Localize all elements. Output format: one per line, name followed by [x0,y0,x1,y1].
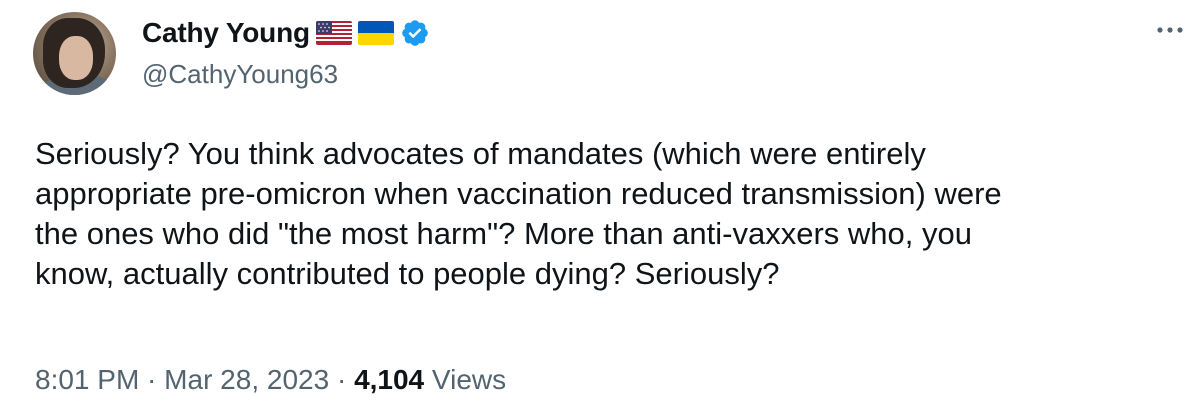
views-label: Views [431,364,507,395]
tweet-time[interactable]: 8:01 PM [35,364,139,395]
tweet-text: Seriously? You think advocates of mandat… [35,136,1002,291]
author-handle[interactable]: @CathyYoung63 [142,58,338,90]
meta-separator: · [329,364,355,395]
avatar-face [59,36,93,80]
avatar[interactable] [33,12,116,95]
tweet-meta: 8:01 PM · Mar 28, 2023 · 4,104 Views [35,362,506,398]
us-flag-icon [315,21,352,45]
ukraine-flag-icon [357,21,394,45]
verified-badge-icon[interactable] [400,18,430,48]
tweet-date[interactable]: Mar 28, 2023 [164,364,329,395]
views-count: 4,104 [354,364,425,395]
author-display-name[interactable]: Cathy Young [142,16,310,50]
tweet: Cathy Young @CathyYoung63 Seriously? You… [0,0,1200,416]
meta-separator: · [139,364,165,395]
more-horizontal-icon[interactable] [1152,20,1188,40]
author-name-row: Cathy Young [142,16,430,50]
